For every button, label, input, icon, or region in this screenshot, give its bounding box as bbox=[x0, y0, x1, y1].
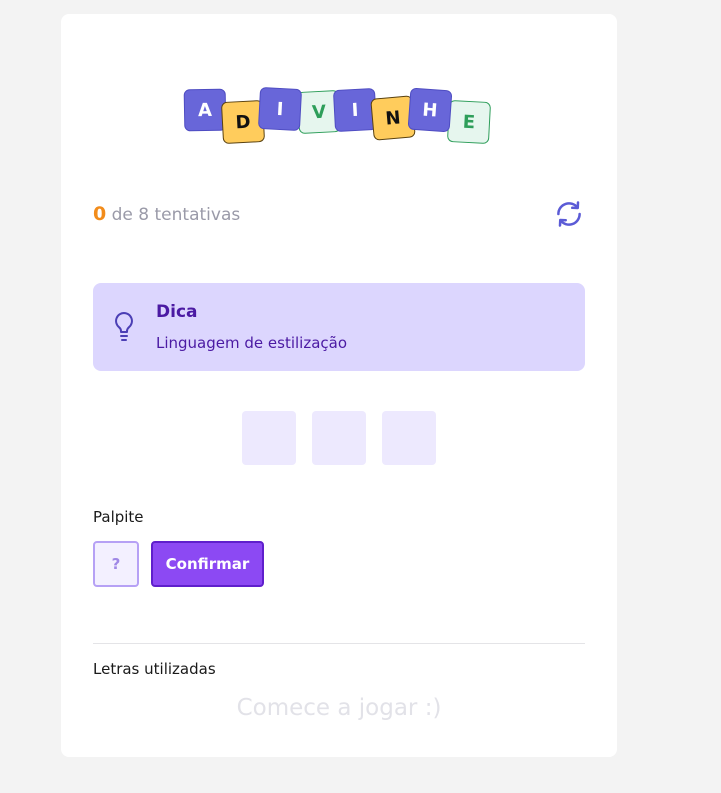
refresh-button[interactable] bbox=[554, 199, 584, 229]
letter-slot bbox=[242, 411, 296, 465]
letter-slot bbox=[312, 411, 366, 465]
lightbulb-icon bbox=[115, 312, 133, 341]
game-card: A V D I I E N H 0 de 8 tentativas Dica L… bbox=[61, 14, 617, 757]
logo-tile: A bbox=[183, 88, 227, 132]
used-letters-label: Letras utilizadas bbox=[93, 660, 216, 678]
refresh-icon bbox=[557, 201, 581, 227]
attempts-text: de 8 tentativas bbox=[111, 205, 241, 225]
divider bbox=[93, 643, 585, 644]
attempts-count: 0 bbox=[93, 203, 107, 225]
letter-slot bbox=[382, 411, 436, 465]
hint-text: Linguagem de estilização bbox=[156, 334, 348, 352]
hint-title: Dica bbox=[156, 302, 198, 322]
logo-tile: I bbox=[257, 86, 303, 132]
used-letters-empty-message: Comece a jogar :) bbox=[236, 695, 442, 721]
confirm-button[interactable]: Confirmar bbox=[151, 541, 264, 587]
guess-label: Palpite bbox=[93, 508, 144, 526]
logo: A V D I I E N H bbox=[61, 14, 617, 174]
guess-input[interactable] bbox=[93, 541, 139, 587]
hint-box: Dica Linguagem de estilização bbox=[93, 283, 585, 371]
logo-tile: E bbox=[446, 99, 492, 145]
attempts-counter: 0 de 8 tentativas bbox=[93, 203, 240, 225]
logo-tile: H bbox=[407, 87, 453, 133]
